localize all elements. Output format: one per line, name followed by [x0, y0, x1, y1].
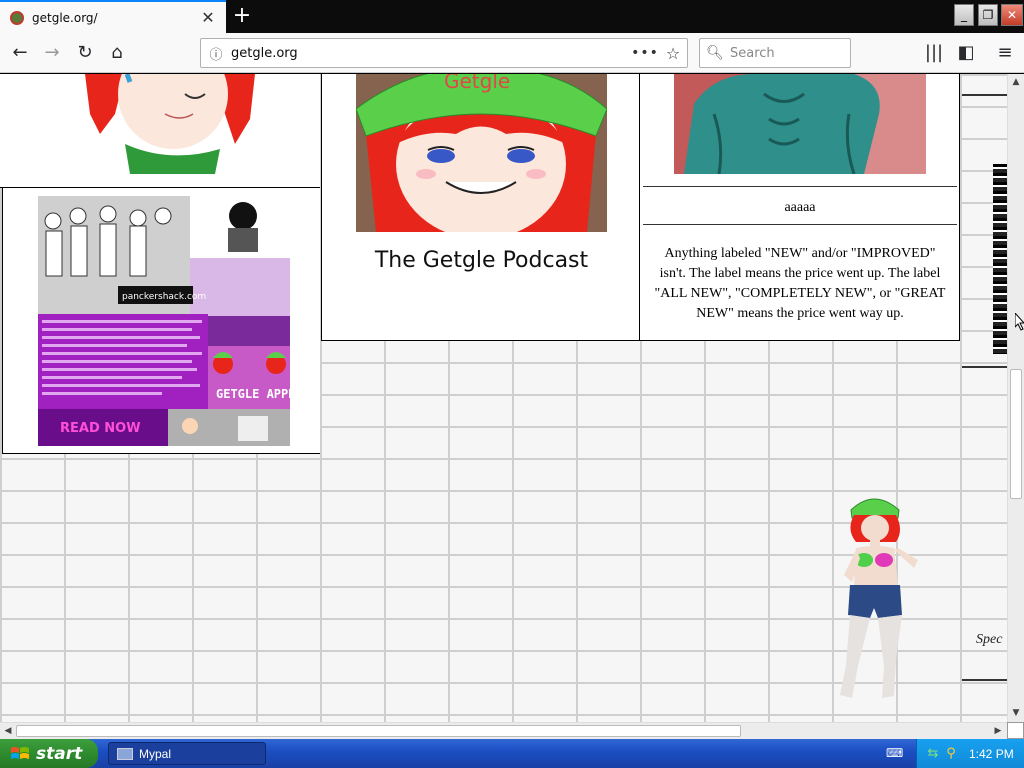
- comic-collage-image[interactable]: panckershack.com GETGLE APPROVES READ NO…: [38, 196, 290, 446]
- cap-logo-text: Getgle: [444, 74, 510, 93]
- divider: [643, 224, 957, 225]
- statue-image[interactable]: [674, 74, 926, 174]
- new-tab-button[interactable]: +: [230, 2, 254, 30]
- page-viewport: panckershack.com GETGLE APPROVES READ NO…: [0, 74, 1007, 722]
- anime-face-panel: [0, 74, 320, 188]
- start-button[interactable]: start: [0, 739, 98, 768]
- start-label: start: [36, 743, 83, 764]
- taskbar-item-label: Mypal: [139, 746, 172, 761]
- podcast-thumbnail-image[interactable]: Getgle: [356, 74, 607, 232]
- page-actions-icon[interactable]: •••: [631, 45, 659, 61]
- quote-author: aaaaa: [784, 200, 816, 215]
- podcast-title[interactable]: The Getgle Podcast: [322, 248, 641, 273]
- back-arrow-icon[interactable]: ←: [6, 39, 34, 67]
- taskbar: start Mypal ⌨ ⇆ ⚲ 1:42 PM: [0, 739, 1024, 768]
- quote-panel: aaaaa Anything labeled "NEW" and/or "IMP…: [640, 74, 960, 341]
- mypal-app-icon: [117, 747, 133, 760]
- search-input[interactable]: [730, 45, 840, 61]
- horizontal-scrollbar[interactable]: ◀ ▶: [0, 722, 1007, 739]
- comic-read-now-label[interactable]: READ NOW: [60, 421, 141, 436]
- search-tray-icon[interactable]: ⚲: [943, 746, 959, 762]
- navigation-toolbar: ← → ↻ ⌂ ⓘ getgle.org ••• ☆ 🔍︎ ||| ◧ ≡: [0, 33, 1024, 73]
- site-info-icon[interactable]: ⓘ: [201, 44, 231, 63]
- partial-image: [993, 164, 1007, 354]
- tab-strip: getgle.org/ ✕ + _ ❐ ✕: [0, 0, 1024, 33]
- sidebar-icon[interactable]: ◧: [952, 39, 980, 67]
- scroll-down-arrow-icon[interactable]: ▼: [1008, 705, 1024, 722]
- quote-text: Anything labeled "NEW" and/or "IMPROVED"…: [654, 246, 946, 321]
- vertical-scroll-thumb[interactable]: [1010, 369, 1022, 499]
- taskbar-item-mypal[interactable]: Mypal: [108, 742, 266, 765]
- scrollbar-corner: [1007, 722, 1024, 739]
- podcast-panel: Getgle The Getgle Podcast: [321, 74, 640, 341]
- scroll-right-arrow-icon[interactable]: ▶: [990, 723, 1006, 739]
- site-favicon-icon: [10, 10, 24, 25]
- anime-face-image[interactable]: [85, 74, 255, 174]
- minimize-window-button[interactable]: _: [954, 4, 974, 26]
- partial-text: Spec: [976, 632, 1003, 647]
- search-icon: 🔍︎: [706, 45, 724, 61]
- system-tray: ⇆ ⚲ 1:42 PM: [916, 739, 1024, 768]
- dancing-mascot-image[interactable]: [826, 490, 926, 705]
- windows-logo-icon: [11, 746, 29, 759]
- divider: [962, 94, 1007, 96]
- mouse-cursor-icon: [1015, 313, 1024, 331]
- keyboard-icon[interactable]: ⌨: [886, 746, 903, 760]
- close-tab-icon[interactable]: ✕: [196, 8, 220, 27]
- home-icon[interactable]: ⌂: [103, 39, 131, 67]
- menu-icon[interactable]: ≡: [991, 39, 1019, 67]
- partial-column: Spec: [960, 74, 1007, 722]
- divider: [962, 679, 1007, 681]
- divider: [962, 366, 1007, 368]
- divider: [643, 186, 957, 187]
- address-bar[interactable]: ⓘ getgle.org ••• ☆: [200, 38, 688, 68]
- bookmark-star-icon[interactable]: ☆: [659, 44, 687, 63]
- search-box[interactable]: 🔍︎: [699, 38, 851, 68]
- library-icon[interactable]: |||: [920, 39, 948, 67]
- comic-approves-label: GETGLE APPROVES: [216, 387, 290, 401]
- forward-arrow-icon[interactable]: →: [38, 39, 66, 67]
- clock[interactable]: 1:42 PM: [969, 747, 1014, 761]
- scroll-up-arrow-icon[interactable]: ▲: [1008, 74, 1024, 91]
- tab-title: getgle.org/: [32, 10, 98, 25]
- maximize-window-button[interactable]: ❐: [978, 4, 998, 26]
- reload-icon[interactable]: ↻: [71, 39, 99, 67]
- scroll-left-arrow-icon[interactable]: ◀: [0, 723, 16, 739]
- network-icon[interactable]: ⇆: [925, 746, 941, 762]
- vertical-scrollbar[interactable]: ▲ ▼: [1007, 74, 1024, 722]
- horizontal-scroll-thumb[interactable]: [16, 725, 741, 737]
- comic-panel: panckershack.com GETGLE APPROVES READ NO…: [2, 188, 320, 454]
- tab-getgle[interactable]: getgle.org/ ✕: [0, 0, 226, 33]
- url-text[interactable]: getgle.org: [231, 46, 631, 61]
- comic-site-label: panckershack.com: [122, 292, 206, 302]
- close-window-button[interactable]: ✕: [1001, 4, 1023, 26]
